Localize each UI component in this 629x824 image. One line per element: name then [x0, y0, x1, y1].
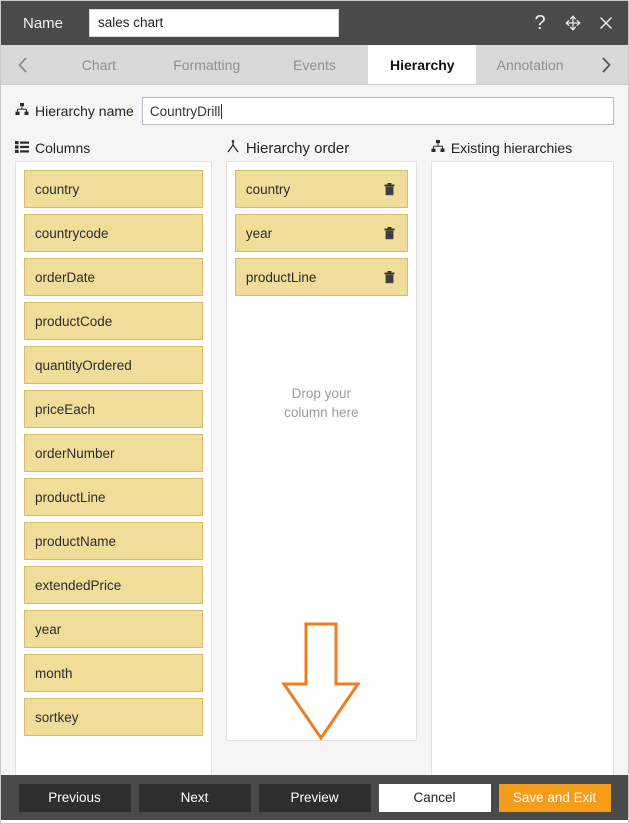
tab-label: Hierarchy [389, 56, 455, 73]
tab-hierarchy[interactable]: Hierarchy [368, 45, 477, 84]
trash-icon[interactable] [383, 182, 397, 196]
existing-hierarchies-list[interactable] [430, 161, 614, 785]
chevron-left-icon[interactable] [1, 45, 45, 84]
tab-events[interactable]: Events [261, 45, 369, 84]
order-item-label: country [245, 181, 291, 197]
cancel-button[interactable]: Cancel [378, 783, 491, 812]
existing-hierarchies-title: Existing hierarchies [450, 140, 573, 156]
column-item-label: month [35, 665, 73, 681]
order-item-label: productLine [245, 269, 317, 285]
tab-label: Chart [81, 56, 117, 73]
hierarchy-icon [15, 103, 29, 119]
column-item-label: priceEach [35, 401, 96, 417]
drop-zone-hint: Drop your column here [227, 384, 416, 422]
chart-name-input[interactable]: sales chart [89, 9, 340, 37]
column-item-orderdate[interactable]: orderDate [24, 258, 203, 296]
list-icon [15, 140, 29, 156]
column-item-priceeach[interactable]: priceEach [24, 390, 203, 428]
hierarchy-name-value: CountryDrill [149, 103, 221, 119]
column-item-label: extendedPrice [35, 577, 122, 593]
column-item-label: productName [35, 533, 117, 549]
tab-chart[interactable]: Chart [45, 45, 153, 84]
dialog-footer: Previous Next Preview Cancel Save and Ex… [1, 775, 628, 820]
next-button[interactable]: Next [138, 783, 251, 812]
hierarchy-order-panel: Hierarchy order country year productLine… [225, 135, 417, 785]
hierarchy-tab-content: Hierarchy name CountryDrill Columns coun… [1, 85, 628, 820]
existing-hierarchies-header: Existing hierarchies [431, 135, 614, 161]
hierarchy-icon [431, 140, 445, 156]
dialog-titlebar: Name sales chart ? [1, 1, 628, 45]
tab-list: Chart Formatting Events Hierarchy Annota… [45, 45, 584, 84]
trash-icon[interactable] [383, 226, 397, 240]
panels-row: Columns country countrycode orderDate pr… [1, 135, 628, 785]
column-item-label: countrycode [35, 225, 109, 241]
hierarchy-branch-icon [226, 139, 240, 157]
column-item-extendedprice[interactable]: extendedPrice [24, 566, 203, 604]
columns-panel-header: Columns [15, 135, 212, 161]
column-item-label: productCode [35, 313, 113, 329]
column-item-countrycode[interactable]: countrycode [24, 214, 203, 252]
column-item-ordernumber[interactable]: orderNumber [24, 434, 203, 472]
help-icon[interactable]: ? [530, 13, 550, 33]
existing-hierarchies-panel: Existing hierarchies [430, 135, 614, 785]
hierarchy-order-header: Hierarchy order [226, 135, 417, 161]
tab-annotation[interactable]: Annotation [476, 45, 584, 84]
column-item-country[interactable]: country [24, 170, 203, 208]
preview-button[interactable]: Preview [258, 783, 371, 812]
save-and-exit-button[interactable]: Save and Exit [498, 783, 611, 812]
column-item-label: quantityOrdered [35, 357, 132, 373]
column-item-productname[interactable]: productName [24, 522, 203, 560]
column-item-sortkey[interactable]: sortkey [24, 698, 203, 736]
chevron-right-icon[interactable] [584, 45, 628, 84]
trash-icon[interactable] [383, 270, 397, 284]
column-item-productcode[interactable]: productCode [24, 302, 203, 340]
close-icon[interactable] [596, 13, 616, 33]
column-item-label: sortkey [35, 709, 79, 725]
hierarchy-order-title: Hierarchy order [245, 139, 350, 157]
tab-formatting[interactable]: Formatting [153, 45, 261, 84]
column-item-productline[interactable]: productLine [24, 478, 203, 516]
hierarchy-name-text: Hierarchy name [35, 103, 134, 119]
columns-list: country countrycode orderDate productCod… [15, 161, 212, 785]
column-item-quantityordered[interactable]: quantityOrdered [24, 346, 203, 384]
titlebar-actions: ? [530, 1, 616, 45]
column-item-label: year [35, 621, 62, 637]
tab-label: Events [293, 56, 336, 73]
columns-panel: Columns country countrycode orderDate pr… [15, 135, 212, 785]
drop-hint-line-1: Drop your [291, 386, 351, 401]
column-item-label: orderNumber [35, 445, 115, 461]
columns-panel-title: Columns [35, 140, 91, 156]
hierarchy-order-dropzone[interactable]: country year productLine Drop your colum… [225, 161, 417, 741]
tab-label: Formatting [173, 56, 241, 73]
column-item-label: orderDate [35, 269, 96, 285]
order-item-year[interactable]: year [234, 214, 408, 252]
column-item-label: country [35, 181, 80, 197]
tab-bar: Chart Formatting Events Hierarchy Annota… [1, 45, 628, 85]
column-item-month[interactable]: month [24, 654, 203, 692]
order-item-productline[interactable]: productLine [234, 258, 408, 296]
hierarchy-name-row: Hierarchy name CountryDrill [1, 85, 628, 135]
previous-button[interactable]: Previous [18, 783, 131, 812]
column-item-year[interactable]: year [24, 610, 203, 648]
order-item-label: year [245, 225, 273, 241]
name-label: Name [23, 14, 64, 32]
text-cursor [221, 103, 223, 119]
order-item-country[interactable]: country [234, 170, 408, 208]
drop-hint-line-2: column here [284, 405, 359, 420]
hierarchy-name-input[interactable]: CountryDrill [141, 97, 614, 125]
column-item-label: productLine [35, 489, 106, 505]
move-arrows-icon[interactable] [563, 13, 583, 33]
hierarchy-name-label: Hierarchy name [15, 103, 134, 119]
orange-down-arrow-annotation [281, 622, 362, 741]
tab-label: Annotation [496, 56, 564, 73]
